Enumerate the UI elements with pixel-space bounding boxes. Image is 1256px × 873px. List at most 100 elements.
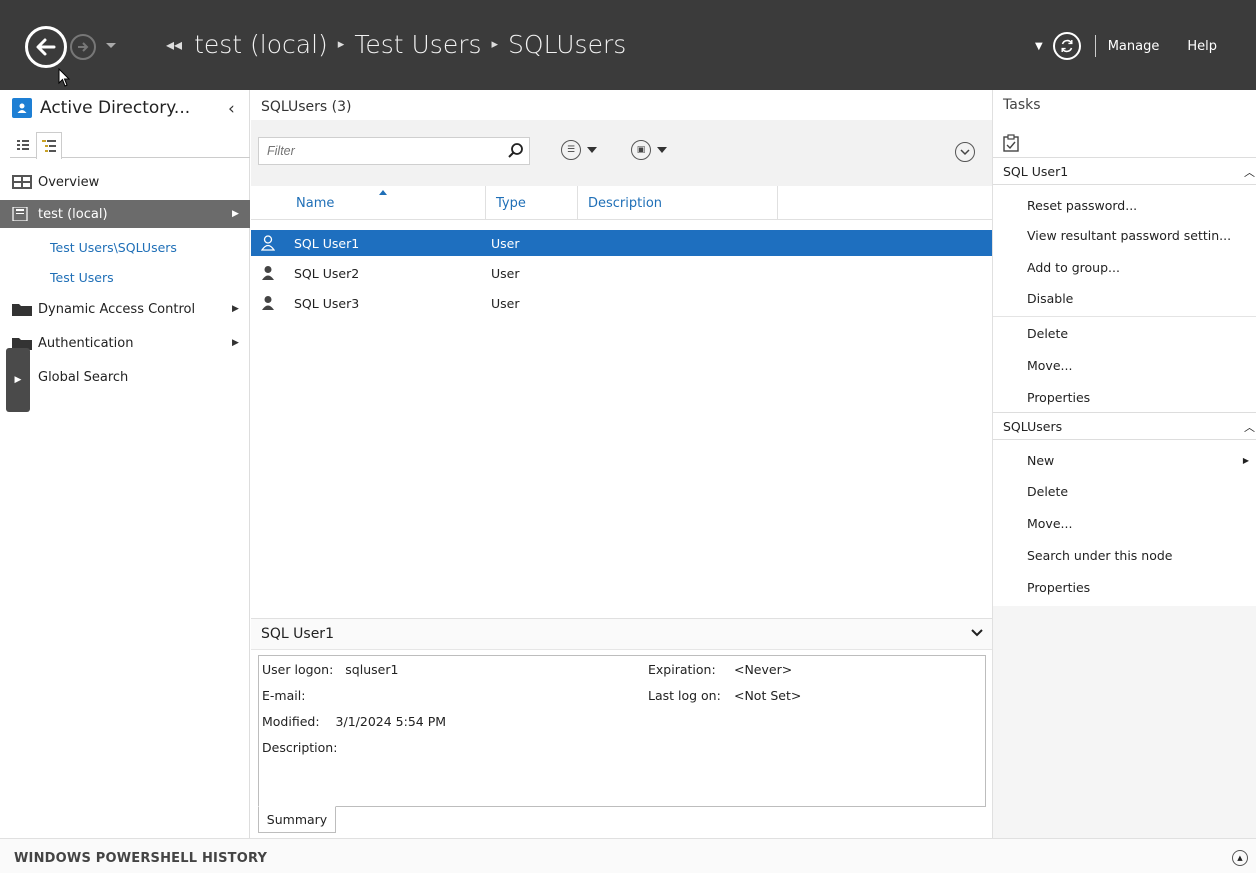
header-divider — [1094, 35, 1096, 57]
column-header: Name Type Description — [251, 186, 992, 220]
task-search-under-node[interactable]: Search under this node — [993, 541, 1256, 569]
table-row[interactable]: SQL User3 User — [251, 290, 992, 316]
field-label: E-mail: — [262, 688, 306, 703]
nav-item-global-search[interactable]: Global Search — [0, 363, 250, 391]
expand-arrow-icon[interactable]: ▶ — [232, 209, 239, 219]
filter-bar: ☰ ▣ — [251, 120, 992, 186]
task-label: Disable — [1027, 290, 1074, 306]
chevron-down-icon — [587, 147, 597, 153]
column-label: Name — [296, 195, 335, 211]
refresh-button[interactable] — [1052, 32, 1081, 60]
table-row[interactable]: SQL User1 User — [251, 230, 992, 256]
details-header[interactable]: SQL User1 — [251, 618, 992, 650]
row-name: SQL User3 — [294, 295, 360, 311]
chevron-up-icon[interactable]: ︿ — [1244, 419, 1255, 435]
breadcrumb-item[interactable]: SQLUsers — [508, 30, 626, 59]
expiration-row: Expiration: <Never> — [648, 662, 792, 677]
column-header-description[interactable]: Description — [578, 186, 778, 220]
list-view-icon — [17, 140, 29, 150]
tasks-title: Tasks — [1003, 97, 1041, 113]
field-value: 3/1/2024 5:54 PM — [335, 714, 447, 729]
refresh-icon — [1061, 39, 1073, 53]
nav-item-label: Test Users — [50, 269, 114, 285]
nav-item-label: Global Search — [38, 369, 129, 385]
task-delete-ou[interactable]: Delete — [993, 477, 1256, 505]
help-menu[interactable]: Help — [1187, 39, 1217, 54]
nav-title-text: Active Directory... — [40, 98, 191, 118]
collapse-nav-button[interactable]: ‹ — [228, 99, 235, 119]
tasks-pane-background — [993, 606, 1256, 838]
nav-item-label: test (local) — [38, 206, 108, 222]
breadcrumb-separator-icon[interactable]: ▸ — [492, 37, 499, 52]
task-group-sql-user1[interactable]: SQL User1 ︿ — [993, 157, 1256, 185]
breadcrumb-item[interactable]: test (local) — [194, 30, 328, 59]
preview-pane-handle[interactable]: ▶ — [6, 348, 30, 412]
search-icon[interactable] — [507, 142, 525, 160]
task-label: Delete — [1027, 325, 1069, 341]
nav-item-test-local[interactable]: test (local) ▶ — [0, 200, 250, 228]
field-label: Modified: — [262, 714, 320, 729]
task-group-title: SQL User1 — [1003, 163, 1069, 179]
nav-item-dynamic-access-control[interactable]: Dynamic Access Control ▶ — [0, 295, 250, 323]
task-reset-password[interactable]: Reset password... — [993, 191, 1256, 219]
chevron-up-icon[interactable]: ︿ — [1244, 164, 1255, 180]
field-label: Description: — [262, 740, 338, 755]
filter-input[interactable] — [258, 137, 530, 165]
nav-item-authentication[interactable]: Authentication ▶ — [0, 329, 250, 357]
row-type: User — [491, 235, 520, 251]
expand-filter-button[interactable] — [955, 142, 975, 162]
add-criteria-button[interactable]: ☰ — [561, 140, 597, 160]
task-group-sqlusers[interactable]: SQLUsers ︿ — [993, 412, 1256, 440]
refresh-dropdown-icon[interactable]: ▼ — [1035, 41, 1043, 52]
breadcrumb: ◂◂ test (local) ▸ Test Users ▸ SQLUsers — [166, 30, 626, 59]
expand-arrow-icon[interactable]: ▶ — [232, 304, 239, 314]
clipboard-icon[interactable] — [1003, 134, 1019, 152]
task-view-password-settings[interactable]: View resultant password settin... — [993, 221, 1256, 249]
details-title: SQL User1 — [261, 626, 334, 642]
details-summary-panel: User logon: sqluser1 E-mail: Modified: 3… — [258, 655, 986, 807]
column-header-type[interactable]: Type — [486, 186, 578, 220]
breadcrumb-item[interactable]: Test Users — [354, 30, 481, 59]
column-label: Description — [588, 195, 663, 211]
task-label: View resultant password settin... — [1027, 227, 1232, 243]
tab-summary[interactable]: Summary — [258, 806, 336, 833]
task-delete[interactable]: Delete — [993, 319, 1256, 347]
task-disable[interactable]: Disable — [993, 284, 1256, 312]
task-properties[interactable]: Properties — [993, 383, 1256, 411]
field-label: User logon: — [262, 662, 334, 677]
powershell-history-bar[interactable]: WINDOWS POWERSHELL HISTORY ▲ — [0, 838, 1256, 873]
task-label: New — [1027, 452, 1055, 468]
forward-button[interactable] — [70, 34, 96, 60]
nav-item-test-users[interactable]: Test Users — [0, 263, 250, 291]
field-value: sqluser1 — [345, 662, 399, 677]
nav-item-label: Dynamic Access Control — [38, 301, 196, 317]
task-label: Add to group... — [1027, 259, 1120, 275]
task-label: Delete — [1027, 483, 1069, 499]
overview-icon — [12, 175, 32, 189]
expand-arrow-icon[interactable]: ▶ — [232, 338, 239, 348]
task-move-ou[interactable]: Move... — [993, 509, 1256, 537]
save-query-button[interactable]: ▣ — [631, 140, 667, 160]
email-row: E-mail: — [262, 688, 305, 703]
history-dropdown[interactable] — [104, 38, 120, 54]
header-actions: ▼ Manage Help — [1035, 30, 1256, 62]
task-add-to-group[interactable]: Add to group... — [993, 253, 1256, 281]
user-logon-row: User logon: sqluser1 — [262, 662, 398, 677]
chevron-down-icon[interactable] — [971, 626, 983, 640]
task-label: Properties — [1027, 389, 1091, 405]
list-view-button[interactable] — [10, 132, 36, 158]
breadcrumb-separator-icon[interactable]: ▸ — [338, 37, 345, 52]
back-button[interactable] — [25, 26, 67, 68]
task-move[interactable]: Move... — [993, 351, 1256, 379]
table-row[interactable]: SQL User2 User — [251, 260, 992, 286]
task-properties-ou[interactable]: Properties — [993, 573, 1256, 601]
breadcrumb-overflow-icon[interactable]: ◂◂ — [166, 35, 182, 54]
nav-item-overview[interactable]: Overview — [0, 168, 250, 196]
field-value: <Not Set> — [733, 688, 802, 703]
task-new[interactable]: New ▶ — [993, 446, 1256, 474]
tree-view-button[interactable] — [36, 132, 62, 159]
chevron-up-icon[interactable]: ▲ — [1232, 850, 1248, 866]
powershell-history-title: WINDOWS POWERSHELL HISTORY — [14, 851, 268, 866]
nav-item-test-users-sqlusers[interactable]: Test Users\SQLUsers — [0, 233, 250, 261]
manage-menu[interactable]: Manage — [1108, 39, 1160, 54]
